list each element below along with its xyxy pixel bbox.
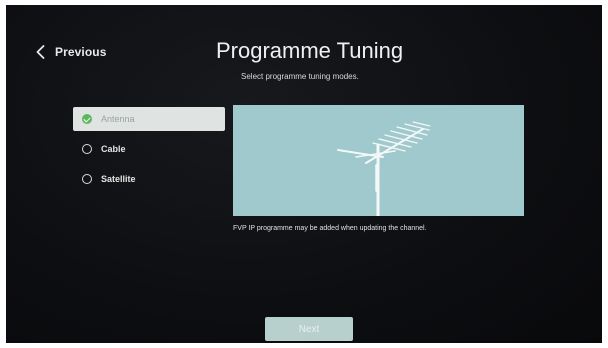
page-title: Programme Tuning (216, 38, 404, 63)
tuning-mode-list: Antenna Cable Satellite (73, 107, 225, 197)
check-icon (82, 114, 92, 124)
option-label: Cable (101, 144, 126, 154)
tv-screen: Previous Programme Tuning Select program… (6, 5, 602, 343)
option-cable[interactable]: Cable (73, 137, 225, 161)
info-note: FVP IP programme may be added when updat… (233, 225, 427, 232)
chevron-left-icon (36, 45, 45, 59)
option-label: Satellite (101, 174, 136, 184)
previous-button[interactable]: Previous (36, 45, 107, 59)
option-label: Antenna (101, 114, 135, 124)
radio-icon (82, 174, 92, 184)
preview-panel (233, 105, 524, 216)
next-button[interactable]: Next (265, 317, 353, 341)
radio-icon (82, 144, 92, 154)
option-satellite[interactable]: Satellite (73, 167, 225, 191)
page-subtitle: Select programme tuning modes. (241, 72, 359, 81)
previous-label: Previous (55, 45, 107, 59)
antenna-icon (337, 121, 431, 216)
option-antenna[interactable]: Antenna (73, 107, 225, 131)
